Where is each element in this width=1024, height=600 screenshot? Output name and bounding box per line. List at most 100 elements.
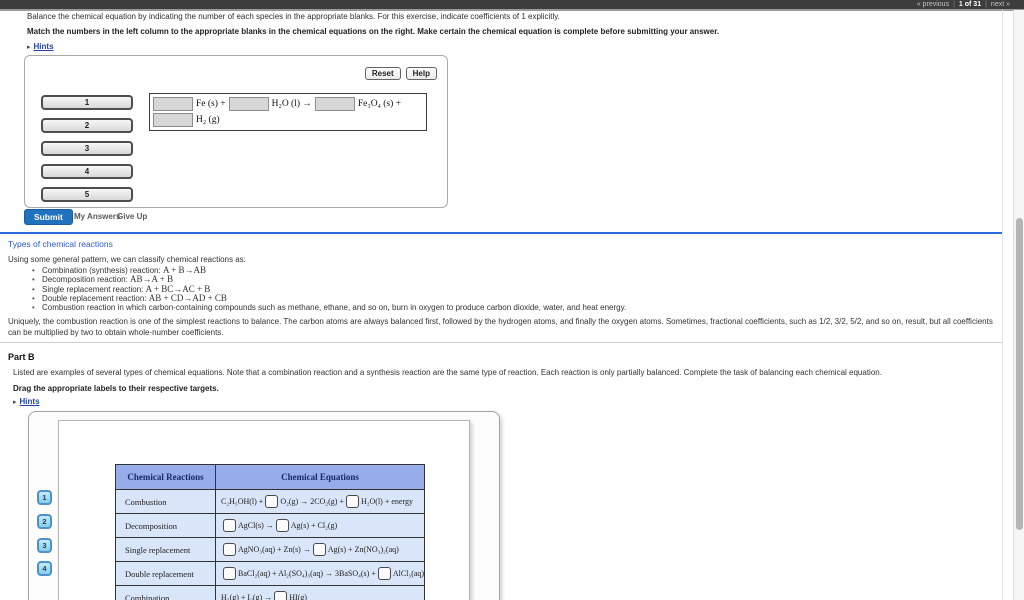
scrollbar-track[interactable]: [1013, 10, 1024, 600]
equation-cell: H₂(g) + I₂(g) → HI(g): [214, 585, 426, 600]
bullet-text: Double replacement reaction:: [42, 293, 149, 303]
part-b-heading: Part B: [8, 352, 35, 362]
scrollbar-thumb[interactable]: [1016, 218, 1023, 530]
label-target[interactable]: [265, 495, 279, 508]
reaction-name: Combination: [115, 585, 216, 600]
table-row-double-replacement: Double replacement BaCl₂(aq) + Al₂(SO₄)₃…: [115, 561, 426, 586]
equation-cell: C₂H₅OH(l) + O₂(g) → 2CO₂(g) + H₂O(l) + ene…: [214, 489, 426, 514]
reaction-name: Combustion: [115, 489, 216, 514]
number-tile-3[interactable]: 3: [41, 141, 133, 156]
reactions-table: Chemical Reactions Chemical Equations Co…: [115, 464, 426, 600]
reaction-type-bullet: Decomposition reaction: AB→A + B: [32, 275, 626, 285]
equation-segment: C₂H₅OH(l) +: [221, 497, 264, 506]
reset-button[interactable]: Reset: [364, 67, 401, 80]
reaction-name: Double replacement: [115, 561, 216, 586]
label-target[interactable]: [223, 567, 236, 580]
pagination-separator: |: [953, 1, 955, 8]
pagination-status: 1 of 31: [958, 1, 982, 8]
label-tile-1[interactable]: 1: [37, 490, 52, 505]
equation-line-2: H₂ (g): [153, 112, 423, 128]
part-b-description: Listed are examples of several types of …: [13, 368, 882, 377]
table-row-decomposition: Decomposition AgCl(s) → Ag(s) + Cl₂(g): [115, 513, 426, 538]
equation-cell: AgNO₃(aq) + Zn(s) → Ag(s) + Zn(NO₃)₂(aq): [214, 537, 426, 562]
equation-segment: Ag(s) + Zn(NO₃)₂(aq): [327, 545, 399, 554]
number-tile-1[interactable]: 1: [41, 95, 133, 110]
label-target[interactable]: [377, 567, 391, 580]
match-instruction-text: Match the numbers in the left column to …: [27, 27, 720, 36]
hints-toggle-part-a[interactable]: ▸ Hints: [27, 42, 54, 51]
reaction-types-list: Combination (synthesis) reaction: A + B→…: [32, 265, 627, 313]
label-tile-3[interactable]: 3: [37, 538, 52, 553]
part-a-activity-box: Reset Help 1 2 3 4 5 Fe (s) + H₂O (l) → …: [24, 55, 448, 208]
pagination-previous-link[interactable]: « previous: [917, 1, 949, 8]
bullet-text: Single replacement reaction:: [42, 284, 146, 294]
coefficient-blank-fe[interactable]: [153, 97, 193, 111]
pagination-separator: |: [985, 1, 987, 8]
section-divider-blue: [0, 232, 1002, 234]
equation-term: Fe₃O₄ (s) +: [357, 99, 402, 109]
equation-cell: BaCl₂(aq) + Al₂(SO₄)₃(aq) → 3BaSO₄(s) + A…: [214, 561, 426, 586]
submit-button[interactable]: Submit: [24, 209, 73, 225]
header-chemical-reactions: Chemical Reactions: [115, 464, 216, 490]
equation-segment: O₂(g) → 2CO₂(g) +: [280, 497, 344, 506]
instruction-text: Balance the chemical equation by indicat…: [27, 12, 560, 21]
table-row-combustion: Combustion C₂H₅OH(l) + O₂(g) → 2CO₂(g) + H…: [115, 489, 426, 514]
hints-link[interactable]: Hints: [34, 42, 54, 51]
content-edge-divider: [1002, 10, 1003, 600]
equation-term: Fe (s) +: [196, 99, 226, 109]
activity-buttons: Reset Help: [364, 67, 437, 80]
label-target[interactable]: [345, 495, 359, 508]
label-target[interactable]: [312, 543, 326, 556]
label-target[interactable]: [223, 543, 236, 556]
equation-segment: Ag(s) + Cl₂(g): [290, 521, 338, 530]
reaction-type-bullet: Single replacement reaction: A + BC→AC +…: [32, 284, 626, 294]
hints-arrow-icon: ▸: [13, 399, 17, 406]
page: « previous | 1 of 31 | next » Balance the ch…: [0, 0, 1024, 600]
theory-intro-text: Using some general pattern, we can class…: [8, 255, 246, 264]
top-divider: [0, 9, 1024, 11]
label-target[interactable]: [275, 519, 289, 532]
table-row-combination: Combination H₂(g) + I₂(g) → HI(g): [115, 585, 426, 600]
section-divider-gray: [0, 342, 1002, 343]
equation-segment: H₂O(l) + energy: [360, 497, 413, 506]
hints-toggle-part-b[interactable]: ▸ Hints: [13, 397, 40, 406]
label-target[interactable]: [274, 591, 288, 600]
reaction-type-bullet: Combination (synthesis) reaction: A + B→…: [32, 265, 626, 275]
table-header-row: Chemical Reactions Chemical Equations: [115, 464, 426, 490]
number-tile-5[interactable]: 5: [41, 187, 133, 202]
bullet-formula: AB + CD→AD + CB: [148, 292, 227, 303]
equation-segment: BaCl₂(aq) + Al₂(SO₄)₃(aq) → 3BaSO₄(s) +: [238, 569, 376, 578]
coefficient-blank-h2o[interactable]: [228, 97, 269, 111]
drag-instruction: Drag the appropriate labels to their res…: [13, 384, 219, 393]
equation-cell: AgCl(s) → Ag(s) + Cl₂(g): [214, 513, 426, 538]
reaction-name: Decomposition: [115, 513, 216, 538]
label-tile-2[interactable]: 2: [37, 514, 52, 529]
drag-canvas-panel: Chemical Reactions Chemical Equations Co…: [58, 420, 470, 600]
coefficient-blank-h2[interactable]: [153, 113, 193, 127]
hints-link[interactable]: Hints: [20, 397, 40, 406]
label-tile-4[interactable]: 4: [37, 561, 52, 576]
help-button[interactable]: Help: [405, 67, 437, 80]
give-up-link[interactable]: Give Up: [117, 212, 147, 221]
types-of-reactions-heading: Types of chemical reactions: [8, 239, 113, 249]
equation-line-1: Fe (s) + H₂O (l) → Fe₃O₄ (s) +: [153, 96, 423, 112]
equation-segment: HI(g): [289, 593, 307, 600]
number-tile-2[interactable]: 2: [41, 118, 133, 133]
part-b-activity-box: 1 2 3 4 Chemical Reactions Chemical Equa…: [28, 411, 500, 600]
bullet-text: Combustion reaction in which carbon-cont…: [42, 303, 627, 313]
equation-segment: AgNO₃(aq) + Zn(s) →: [238, 545, 311, 554]
bullet-text: Decomposition reaction:: [42, 275, 131, 285]
coefficient-blank-fe3o4[interactable]: [314, 97, 355, 111]
label-target[interactable]: [223, 519, 236, 532]
header-chemical-equations: Chemical Equations: [214, 464, 426, 490]
hints-arrow-icon: ▸: [27, 44, 31, 51]
equation-term: H₂ (g): [196, 115, 220, 125]
my-answers-link[interactable]: My Answers: [74, 212, 120, 221]
pagination-next-link[interactable]: next »: [991, 1, 1010, 8]
equation-segment: AlCl₃(aq): [392, 569, 425, 578]
equation-term: H₂O (l) →: [271, 99, 312, 109]
number-tile-4[interactable]: 4: [41, 164, 133, 179]
reaction-name: Single replacement: [115, 537, 216, 562]
pagination-bar: « previous | 1 of 31 | next »: [0, 0, 1024, 9]
reaction-type-bullet: Double replacement reaction: AB + CD→AD …: [32, 292, 626, 303]
